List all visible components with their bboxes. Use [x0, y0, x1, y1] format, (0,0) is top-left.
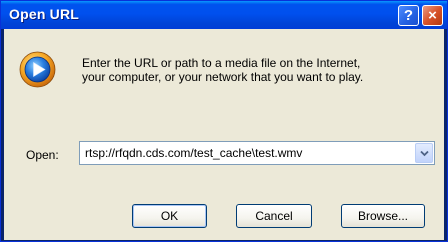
window-title: Open URL [9, 6, 80, 22]
instruction-line-2: your computer, or your network that you … [82, 70, 364, 84]
instruction-text: Enter the URL or path to a media file on… [82, 56, 432, 84]
chevron-down-icon [420, 150, 429, 157]
open-url-dialog: Open URL ? × Enter the URL or path to a … [0, 0, 448, 242]
ok-button[interactable]: OK [132, 204, 207, 228]
dropdown-button[interactable] [415, 143, 433, 163]
close-button[interactable]: × [422, 5, 443, 26]
browse-button[interactable]: Browse... [341, 204, 425, 228]
help-icon: ? [403, 7, 414, 24]
instruction-line-1: Enter the URL or path to a media file on… [82, 56, 361, 70]
help-button[interactable]: ? [398, 5, 419, 26]
windows-media-player-icon [19, 51, 56, 88]
url-input[interactable]: rtsp://rfqdn.cds.com/test_cache\test.wmv [85, 142, 302, 164]
url-combobox[interactable]: rtsp://rfqdn.cds.com/test_cache\test.wmv [79, 141, 435, 165]
cancel-button[interactable]: Cancel [236, 204, 312, 228]
close-icon: × [428, 7, 437, 24]
title-bar[interactable]: Open URL ? × [1, 1, 447, 29]
dialog-body: Enter the URL or path to a media file on… [4, 29, 444, 240]
open-label: Open: [26, 148, 59, 162]
